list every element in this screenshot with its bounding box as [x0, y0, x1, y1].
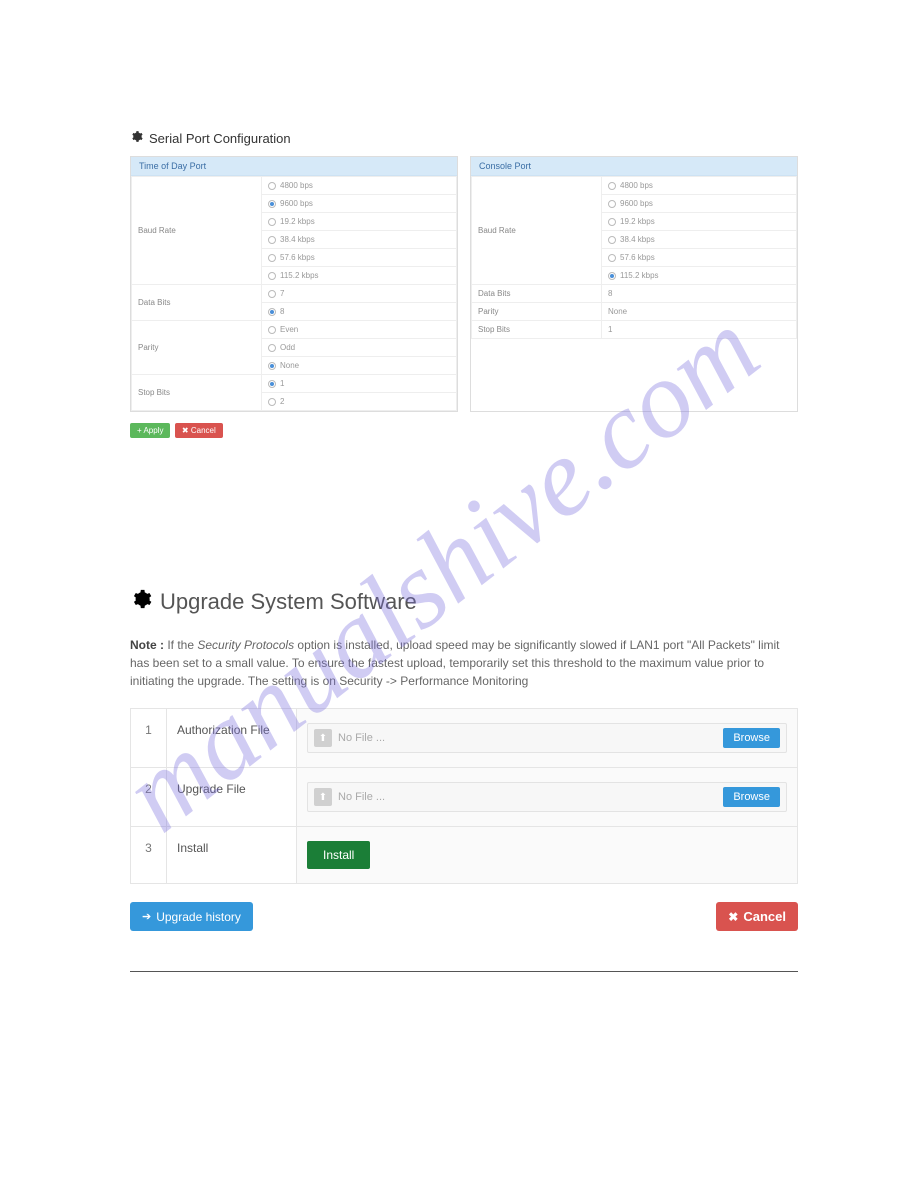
step-row-2: 2 Upgrade File ⬆ No File ... Browse	[131, 768, 798, 827]
upgrade-steps-table: 1 Authorization File ⬆ No File ... Brows…	[130, 708, 798, 884]
console-port-header: Console Port	[471, 157, 797, 176]
cancel-button[interactable]: ✖ Cancel	[716, 902, 798, 931]
upload-icon: ⬆	[314, 788, 332, 806]
con-parity-value: None	[602, 303, 797, 321]
tod-baud-opt-2[interactable]: 19.2 kbps	[262, 213, 457, 231]
tod-baud-opt-4[interactable]: 57.6 kbps	[262, 249, 457, 267]
tod-stopbits-label: Stop Bits	[132, 375, 262, 411]
tod-baud-label: Baud Rate	[132, 177, 262, 285]
con-databits-label: Data Bits	[472, 285, 602, 303]
step-2-label: Upgrade File	[167, 768, 297, 827]
con-baud-opt-3[interactable]: 38.4 kbps	[602, 231, 797, 249]
file-placeholder: No File ...	[338, 791, 723, 803]
con-baud-opt-4[interactable]: 57.6 kbps	[602, 249, 797, 267]
divider	[130, 971, 798, 972]
cancel-button-small[interactable]: ✖ Cancel	[175, 423, 223, 438]
gear-icon	[130, 588, 152, 616]
con-stopbits-label: Stop Bits	[472, 321, 602, 339]
step-row-1: 1 Authorization File ⬆ No File ... Brows…	[131, 709, 798, 768]
tod-parity-opt-2[interactable]: None	[262, 357, 457, 375]
con-parity-label: Parity	[472, 303, 602, 321]
step-3-num: 3	[131, 827, 167, 884]
serial-title-text: Serial Port Configuration	[149, 131, 291, 146]
upgrade-note: Note : If the Security Protocols option …	[130, 636, 798, 690]
time-of-day-header: Time of Day Port	[131, 157, 457, 176]
gear-icon	[130, 130, 143, 146]
tod-parity-label: Parity	[132, 321, 262, 375]
install-button[interactable]: Install	[307, 841, 370, 869]
tod-baud-opt-0[interactable]: 4800 bps	[262, 177, 457, 195]
step-2-num: 2	[131, 768, 167, 827]
tod-stopbits-opt-1[interactable]: 2	[262, 393, 457, 411]
tod-databits-opt-0[interactable]: 7	[262, 285, 457, 303]
upload-icon: ⬆	[314, 729, 332, 747]
tod-databits-opt-1[interactable]: 8	[262, 303, 457, 321]
arrow-right-icon: ➔	[142, 910, 151, 923]
tod-databits-label: Data Bits	[132, 285, 262, 321]
tod-stopbits-opt-0[interactable]: 1	[262, 375, 457, 393]
con-baud-opt-5[interactable]: 115.2 kbps	[602, 267, 797, 285]
tod-parity-opt-1[interactable]: Odd	[262, 339, 457, 357]
step-1-label: Authorization File	[167, 709, 297, 768]
browse-button[interactable]: Browse	[723, 728, 780, 748]
step-row-3: 3 Install Install	[131, 827, 798, 884]
con-baud-opt-2[interactable]: 19.2 kbps	[602, 213, 797, 231]
step-1-num: 1	[131, 709, 167, 768]
apply-button[interactable]: + Apply	[130, 423, 170, 438]
file-placeholder: No File ...	[338, 732, 723, 744]
tod-baud-opt-5[interactable]: 115.2 kbps	[262, 267, 457, 285]
con-stopbits-value: 1	[602, 321, 797, 339]
browse-button[interactable]: Browse	[723, 787, 780, 807]
con-baud-label: Baud Rate	[472, 177, 602, 285]
console-port-panel: Console Port Baud Rate 4800 bps 9600 bps…	[470, 156, 798, 412]
tod-parity-opt-0[interactable]: Even	[262, 321, 457, 339]
authorization-file-input[interactable]: ⬆ No File ... Browse	[307, 723, 787, 753]
upgrade-file-input[interactable]: ⬆ No File ... Browse	[307, 782, 787, 812]
close-icon: ✖	[728, 910, 738, 924]
upgrade-title: Upgrade System Software	[130, 588, 798, 616]
step-3-label: Install	[167, 827, 297, 884]
time-of-day-panel: Time of Day Port Baud Rate 4800 bps 9600…	[130, 156, 458, 412]
con-baud-opt-1[interactable]: 9600 bps	[602, 195, 797, 213]
tod-baud-opt-1[interactable]: 9600 bps	[262, 195, 457, 213]
tod-baud-opt-3[interactable]: 38.4 kbps	[262, 231, 457, 249]
serial-port-config-title: Serial Port Configuration	[130, 130, 798, 146]
con-baud-opt-0[interactable]: 4800 bps	[602, 177, 797, 195]
upgrade-title-text: Upgrade System Software	[160, 589, 417, 615]
con-databits-value: 8	[602, 285, 797, 303]
upgrade-history-button[interactable]: ➔ Upgrade history	[130, 902, 253, 931]
